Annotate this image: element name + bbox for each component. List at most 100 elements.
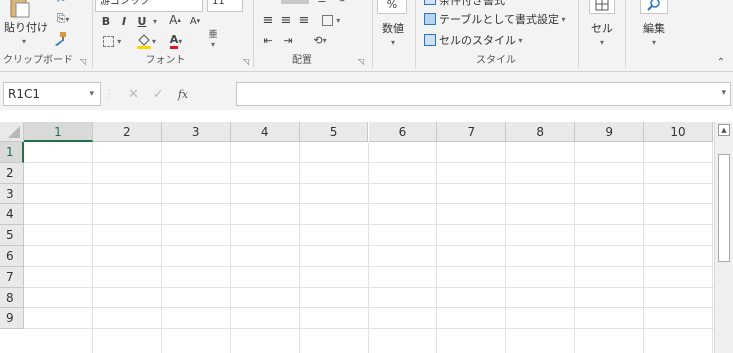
row-gridline [24, 203, 714, 205]
column-header[interactable]: 6 [368, 122, 438, 142]
paste-button[interactable]: 貼り付け [4, 21, 48, 34]
paste-dropdown-icon[interactable]: ▾ [18, 35, 30, 48]
collapse-ribbon-icon[interactable]: ⌃ [714, 56, 728, 68]
text-direction-icon: ⟲ [313, 33, 323, 47]
top-align-icon[interactable] [280, 0, 310, 6]
vertical-scrollbar[interactable]: ▲ [714, 122, 733, 353]
cells-dropdown-icon[interactable]: ▾ [596, 36, 608, 49]
alignment-group: ≡ ↻ ≡ ≡ ≡ ▾ ⇤ ⇥ ⟲▾ 配置 ◹ [254, 0, 372, 71]
row-header[interactable]: 7 [0, 266, 24, 288]
format-as-table-button[interactable]: テーブルとして書式設定 ▾ [424, 11, 578, 27]
underline-dropdown-icon[interactable]: ▾ [150, 13, 160, 29]
column-gridline [367, 142, 369, 353]
column-header[interactable]: 5 [299, 122, 369, 142]
row-header[interactable]: 1 [0, 142, 24, 163]
row-header[interactable]: 4 [0, 204, 24, 226]
resize-handle-icon[interactable]: ⋮ [104, 89, 114, 100]
column-header[interactable]: 9 [575, 122, 645, 142]
number-format-button[interactable]: 数値 [373, 22, 413, 35]
row-gridline [24, 328, 714, 330]
number-dropdown-icon[interactable]: ▾ [387, 36, 399, 49]
editing-button[interactable]: 編集 [634, 22, 674, 35]
editing-group: 編集 ▾ [626, 0, 686, 71]
font-color-button[interactable]: A ▾ [163, 31, 189, 51]
search-icon[interactable] [640, 0, 668, 14]
column-gridline [229, 142, 231, 353]
align-right-icon[interactable]: ≡ [296, 12, 312, 28]
expand-formula-bar-icon[interactable]: ▾ [721, 88, 726, 98]
insert-function-button[interactable]: fx [178, 88, 188, 101]
cell-style-icon [424, 34, 436, 46]
cell-styles-button[interactable]: セルのスタイル ▾ [424, 32, 554, 48]
copy-icon[interactable]: ⎘ ▾ [50, 11, 76, 27]
column-gridline [298, 142, 300, 353]
enter-icon[interactable]: ✓ [153, 87, 164, 102]
worksheet-grid[interactable]: 1 2 3 4 5 6 7 8 9 10 123456789 ▲ [0, 122, 733, 353]
font-group: 游ゴシック 11 B I U ▾ A ▴ A ▾ ▾ ▾ A ▾ 亜 ▾ フォント ◹ [93, 0, 253, 71]
name-box[interactable]: R1C1 ▾ [3, 82, 101, 106]
clipboard-launcher-icon[interactable]: ◹ [80, 58, 86, 66]
row-gridline [24, 307, 714, 309]
orientation-icon[interactable]: ↻ [334, 0, 350, 5]
column-header[interactable]: 8 [506, 122, 576, 142]
bold-button[interactable]: B [99, 13, 113, 29]
column-header[interactable]: 4 [230, 122, 300, 142]
increase-font-letter: A [169, 13, 178, 27]
name-box-dropdown-icon[interactable]: ▾ [89, 83, 94, 105]
phonetic-button[interactable]: 亜 ▾ [199, 28, 227, 52]
font-name-combo[interactable]: 游ゴシック [95, 0, 203, 12]
merge-icon [321, 14, 333, 26]
row-header[interactable]: 6 [0, 246, 24, 267]
row-header[interactable]: 2 [0, 162, 24, 184]
increase-font-size-button[interactable]: A ▴ [165, 11, 185, 29]
decrease-indent-icon[interactable]: ⇤ [260, 32, 276, 48]
column-header[interactable]: 2 [92, 122, 162, 142]
select-all-button[interactable] [0, 122, 24, 142]
borders-button[interactable]: ▾ [99, 32, 125, 50]
column-header[interactable]: 1 [24, 122, 93, 142]
row-header[interactable]: 3 [0, 183, 24, 205]
cells-button[interactable]: セル [583, 22, 621, 35]
font-size-combo[interactable]: 11 [207, 0, 243, 12]
merge-center-button[interactable]: ▾ [316, 12, 346, 28]
formula-bar-actions: ⋮ ✕ ✓ fx [104, 82, 188, 106]
fill-color-button[interactable]: ▾ [133, 32, 159, 50]
alignment-launcher-icon[interactable]: ◹ [358, 58, 364, 66]
wrap-text-button[interactable]: ⟲ ▾ [306, 32, 334, 48]
row-gridline [24, 161, 714, 163]
middle-align-icon[interactable]: ≡ [314, 0, 330, 6]
scroll-up-icon[interactable]: ▲ [718, 124, 730, 136]
cancel-icon[interactable]: ✕ [128, 87, 139, 102]
font-launcher-icon[interactable]: ◹ [243, 58, 249, 66]
row-header[interactable]: 8 [0, 287, 24, 309]
conditional-formatting-button[interactable]: 条件付き書式 [424, 0, 574, 7]
column-header[interactable]: 3 [161, 122, 231, 142]
column-gridline [505, 142, 507, 353]
align-left-icon[interactable]: ≡ [260, 12, 276, 28]
italic-button[interactable]: I [117, 13, 131, 29]
scroll-thumb[interactable] [718, 154, 730, 262]
row-header[interactable]: 9 [0, 308, 24, 330]
decrease-font-letter: A [189, 15, 197, 27]
cut-icon[interactable]: ✂ [50, 0, 72, 6]
increase-indent-icon[interactable]: ⇥ [280, 32, 296, 48]
format-as-table-label: テーブルとして書式設定 [439, 13, 560, 26]
row-gridline [24, 224, 714, 226]
number-group: % 数値 ▾ [373, 0, 415, 71]
cells-group: セル ▾ [579, 0, 625, 71]
editing-dropdown-icon[interactable]: ▾ [648, 36, 660, 49]
ribbon: 貼り付け ▾ ✂ ⎘ ▾ クリップボード ◹ 游ゴシック 11 B I U ▾ A… [0, 0, 733, 72]
align-center-icon[interactable]: ≡ [278, 12, 294, 28]
column-header[interactable]: 7 [437, 122, 507, 142]
percent-style-button[interactable]: % [377, 0, 407, 14]
cells-icon[interactable] [589, 0, 615, 14]
column-header[interactable]: 10 [644, 122, 713, 142]
formula-input[interactable]: ▾ [236, 82, 731, 106]
format-painter-icon[interactable] [50, 30, 70, 48]
decrease-font-size-button[interactable]: A ▾ [186, 13, 204, 29]
paste-icon[interactable] [8, 0, 32, 20]
row-header[interactable]: 5 [0, 225, 24, 246]
row-gridline [24, 182, 714, 184]
underline-button[interactable]: U [135, 13, 149, 29]
alignment-group-label: 配置 [292, 55, 312, 66]
